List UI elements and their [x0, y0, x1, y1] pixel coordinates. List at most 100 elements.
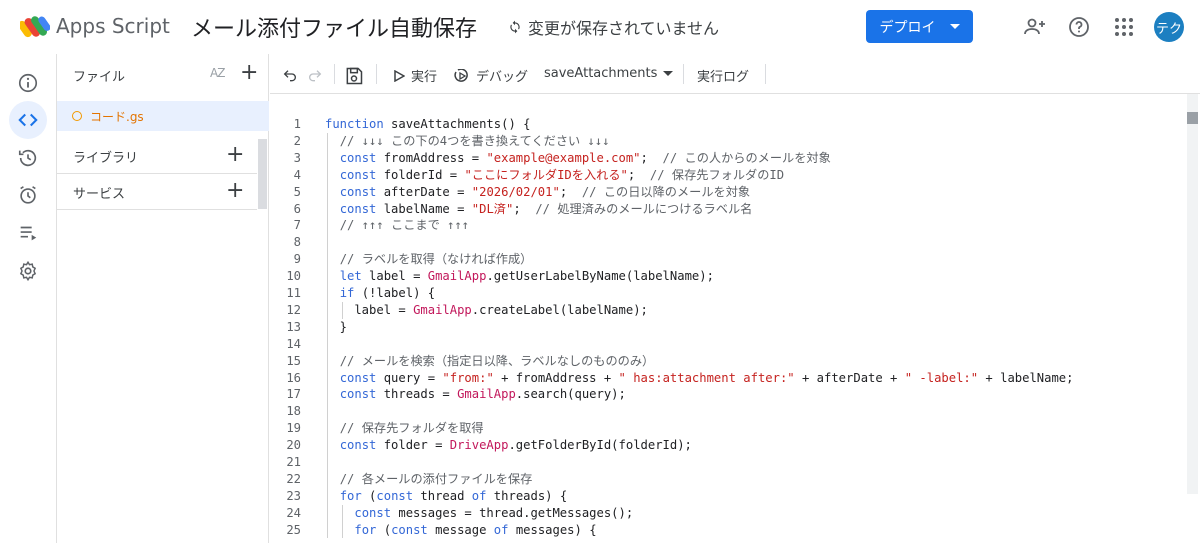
run-button[interactable]: 実行	[394, 66, 437, 85]
toolbar-divider	[376, 64, 377, 84]
indent-guide	[327, 132, 328, 539]
libraries-section[interactable]: ライブラリ +	[57, 138, 257, 174]
apps-grid-icon[interactable]	[1112, 15, 1136, 39]
code-line[interactable]: 21	[270, 454, 1185, 471]
code-text: const query = "from:" + fromAddress + " …	[339, 370, 1074, 385]
toolbar-divider	[683, 64, 684, 84]
code-line[interactable]: 3 const fromAddress = "example@example.c…	[270, 150, 1185, 167]
code-line[interactable]: 8	[270, 234, 1185, 251]
line-number: 14	[286, 336, 301, 351]
undo-icon[interactable]	[282, 66, 298, 82]
code-text: // ↓↓↓ この下の4つを書き換えてください ↓↓↓	[339, 133, 610, 148]
play-icon	[394, 69, 405, 82]
overview-info-icon[interactable]	[9, 64, 47, 102]
add-service-icon[interactable]: +	[226, 180, 244, 202]
code-text: // ↑↑↑ ここまで ↑↑↑	[339, 218, 470, 233]
indent-guide	[342, 301, 343, 319]
line-number: 9	[293, 252, 301, 267]
line-number: 17	[286, 387, 301, 402]
save-disk-icon[interactable]	[344, 66, 364, 86]
code-line[interactable]: 24 const messages = thread.getMessages()…	[270, 505, 1185, 522]
code-line[interactable]: 13 }	[270, 319, 1185, 336]
line-number: 2	[293, 133, 301, 148]
code-line[interactable]: 2 // ↓↓↓ この下の4つを書き換えてください ↓↓↓	[270, 133, 1185, 150]
files-scrollbar[interactable]	[258, 139, 267, 209]
code-text: const afterDate = "2026/02/01"; // この日以降…	[339, 184, 751, 199]
code-line[interactable]: 9 // ラベルを取得（なければ作成）	[270, 251, 1185, 268]
apps-script-logo-icon[interactable]	[20, 14, 50, 40]
code-line[interactable]: 16 const query = "from:" + fromAddress +…	[270, 370, 1185, 387]
code-line[interactable]: 10 let label = GmailApp.getUserLabelByNa…	[270, 268, 1185, 285]
code-text: // メールを検索（指定日以降、ラベルなしのもののみ）	[339, 353, 655, 368]
services-section[interactable]: サービス +	[57, 174, 257, 210]
save-status: 変更が保存されていません	[508, 15, 719, 39]
code-text: const messages = thread.getMessages();	[354, 505, 634, 520]
line-number: 6	[293, 201, 301, 216]
code-line[interactable]: 4 const folderId = "ここにフォルダIDを入れる"; // 保…	[270, 167, 1185, 184]
code-line[interactable]: 6 const labelName = "DL済"; // 処理済みのメールにつ…	[270, 201, 1185, 218]
add-library-icon[interactable]: +	[226, 144, 244, 166]
line-number: 20	[286, 438, 301, 453]
line-number: 8	[293, 235, 301, 250]
debug-label: デバッグ	[476, 70, 529, 85]
code-line[interactable]: 17 const threads = GmailApp.search(query…	[270, 386, 1185, 403]
settings-gear-icon[interactable]	[9, 252, 47, 290]
line-number: 24	[286, 505, 301, 520]
code-line[interactable]: 22 // 各メールの添付ファイルを保存	[270, 471, 1185, 488]
code-text: }	[325, 319, 348, 334]
line-number: 15	[286, 353, 301, 368]
code-line[interactable]: 15 // メールを検索（指定日以降、ラベルなしのもののみ）	[270, 353, 1185, 370]
executions-list-icon[interactable]	[9, 214, 47, 252]
function-select[interactable]: saveAttachments	[544, 66, 674, 81]
deploy-button[interactable]: デプロイ	[866, 10, 973, 43]
app-name[interactable]: Apps Script	[56, 14, 170, 38]
services-label: サービス	[73, 187, 126, 202]
add-file-icon[interactable]: +	[240, 62, 258, 84]
project-title[interactable]: メール添付ファイル自動保存	[191, 11, 477, 43]
line-number: 10	[286, 269, 301, 284]
code-line[interactable]: 5 const afterDate = "2026/02/01"; // この日…	[270, 184, 1185, 201]
save-status-text: 変更が保存されていません	[528, 19, 720, 38]
sort-az-icon[interactable]: AZ	[210, 66, 225, 80]
editor-scrollbar[interactable]	[1187, 94, 1198, 494]
line-number: 13	[286, 319, 301, 334]
caret-down-icon	[949, 23, 960, 29]
indent-guide	[342, 504, 343, 539]
code-editor[interactable]: 1 function saveAttachments() {2 // ↓↓↓ この…	[270, 94, 1200, 543]
code-line[interactable]: 12 label = GmailApp.createLabel(labelNam…	[270, 302, 1185, 319]
code-line[interactable]: 18	[270, 403, 1185, 420]
share-user-icon[interactable]	[1023, 15, 1047, 39]
file-name: コード.gs	[90, 110, 144, 124]
app-header: Apps Script メール添付ファイル自動保存 変更が保存されていません デ…	[0, 0, 1200, 54]
function-select-value: saveAttachments	[544, 66, 658, 81]
code-line[interactable]: 20 const folder = DriveApp.getFolderById…	[270, 437, 1185, 454]
editor-scroll-thumb[interactable]	[1187, 112, 1198, 124]
debug-button[interactable]: デバッグ	[454, 66, 528, 85]
code-text: for (const thread of threads) {	[339, 488, 568, 503]
avatar[interactable]: テク	[1154, 12, 1184, 42]
code-text: const folder = DriveApp.getFolderById(fo…	[339, 438, 692, 453]
code-line[interactable]: 1 function saveAttachments() {	[270, 116, 1185, 133]
redo-icon[interactable]	[307, 66, 323, 82]
line-number: 22	[286, 471, 301, 486]
code-text: const fromAddress = "example@example.com…	[339, 150, 831, 165]
editor-code-icon[interactable]	[9, 101, 47, 139]
execution-log-button[interactable]: 実行ログ	[697, 66, 749, 85]
code-line[interactable]: 25 for (const message of messages) {	[270, 522, 1185, 539]
code-text: for (const message of messages) {	[354, 522, 597, 537]
unsaved-dot-icon	[72, 111, 82, 121]
code-line[interactable]: 11 if (!label) {	[270, 285, 1185, 302]
file-item-code-gs[interactable]: コード.gs	[57, 101, 269, 131]
triggers-alarm-icon[interactable]	[9, 176, 47, 214]
code-line[interactable]: 19 // 保存先フォルダを取得	[270, 420, 1185, 437]
history-icon[interactable]	[9, 139, 47, 177]
code-line[interactable]: 7 // ↑↑↑ ここまで ↑↑↑	[270, 217, 1185, 234]
toolbar-divider	[765, 64, 766, 84]
help-icon[interactable]	[1067, 15, 1091, 39]
code-line[interactable]: 23 for (const thread of threads) {	[270, 488, 1185, 505]
line-number: 4	[293, 167, 301, 182]
code-line[interactable]: 14	[270, 336, 1185, 353]
files-title: ファイル	[73, 70, 126, 85]
line-number: 25	[286, 522, 301, 537]
files-header: ファイル AZ +	[57, 54, 269, 94]
